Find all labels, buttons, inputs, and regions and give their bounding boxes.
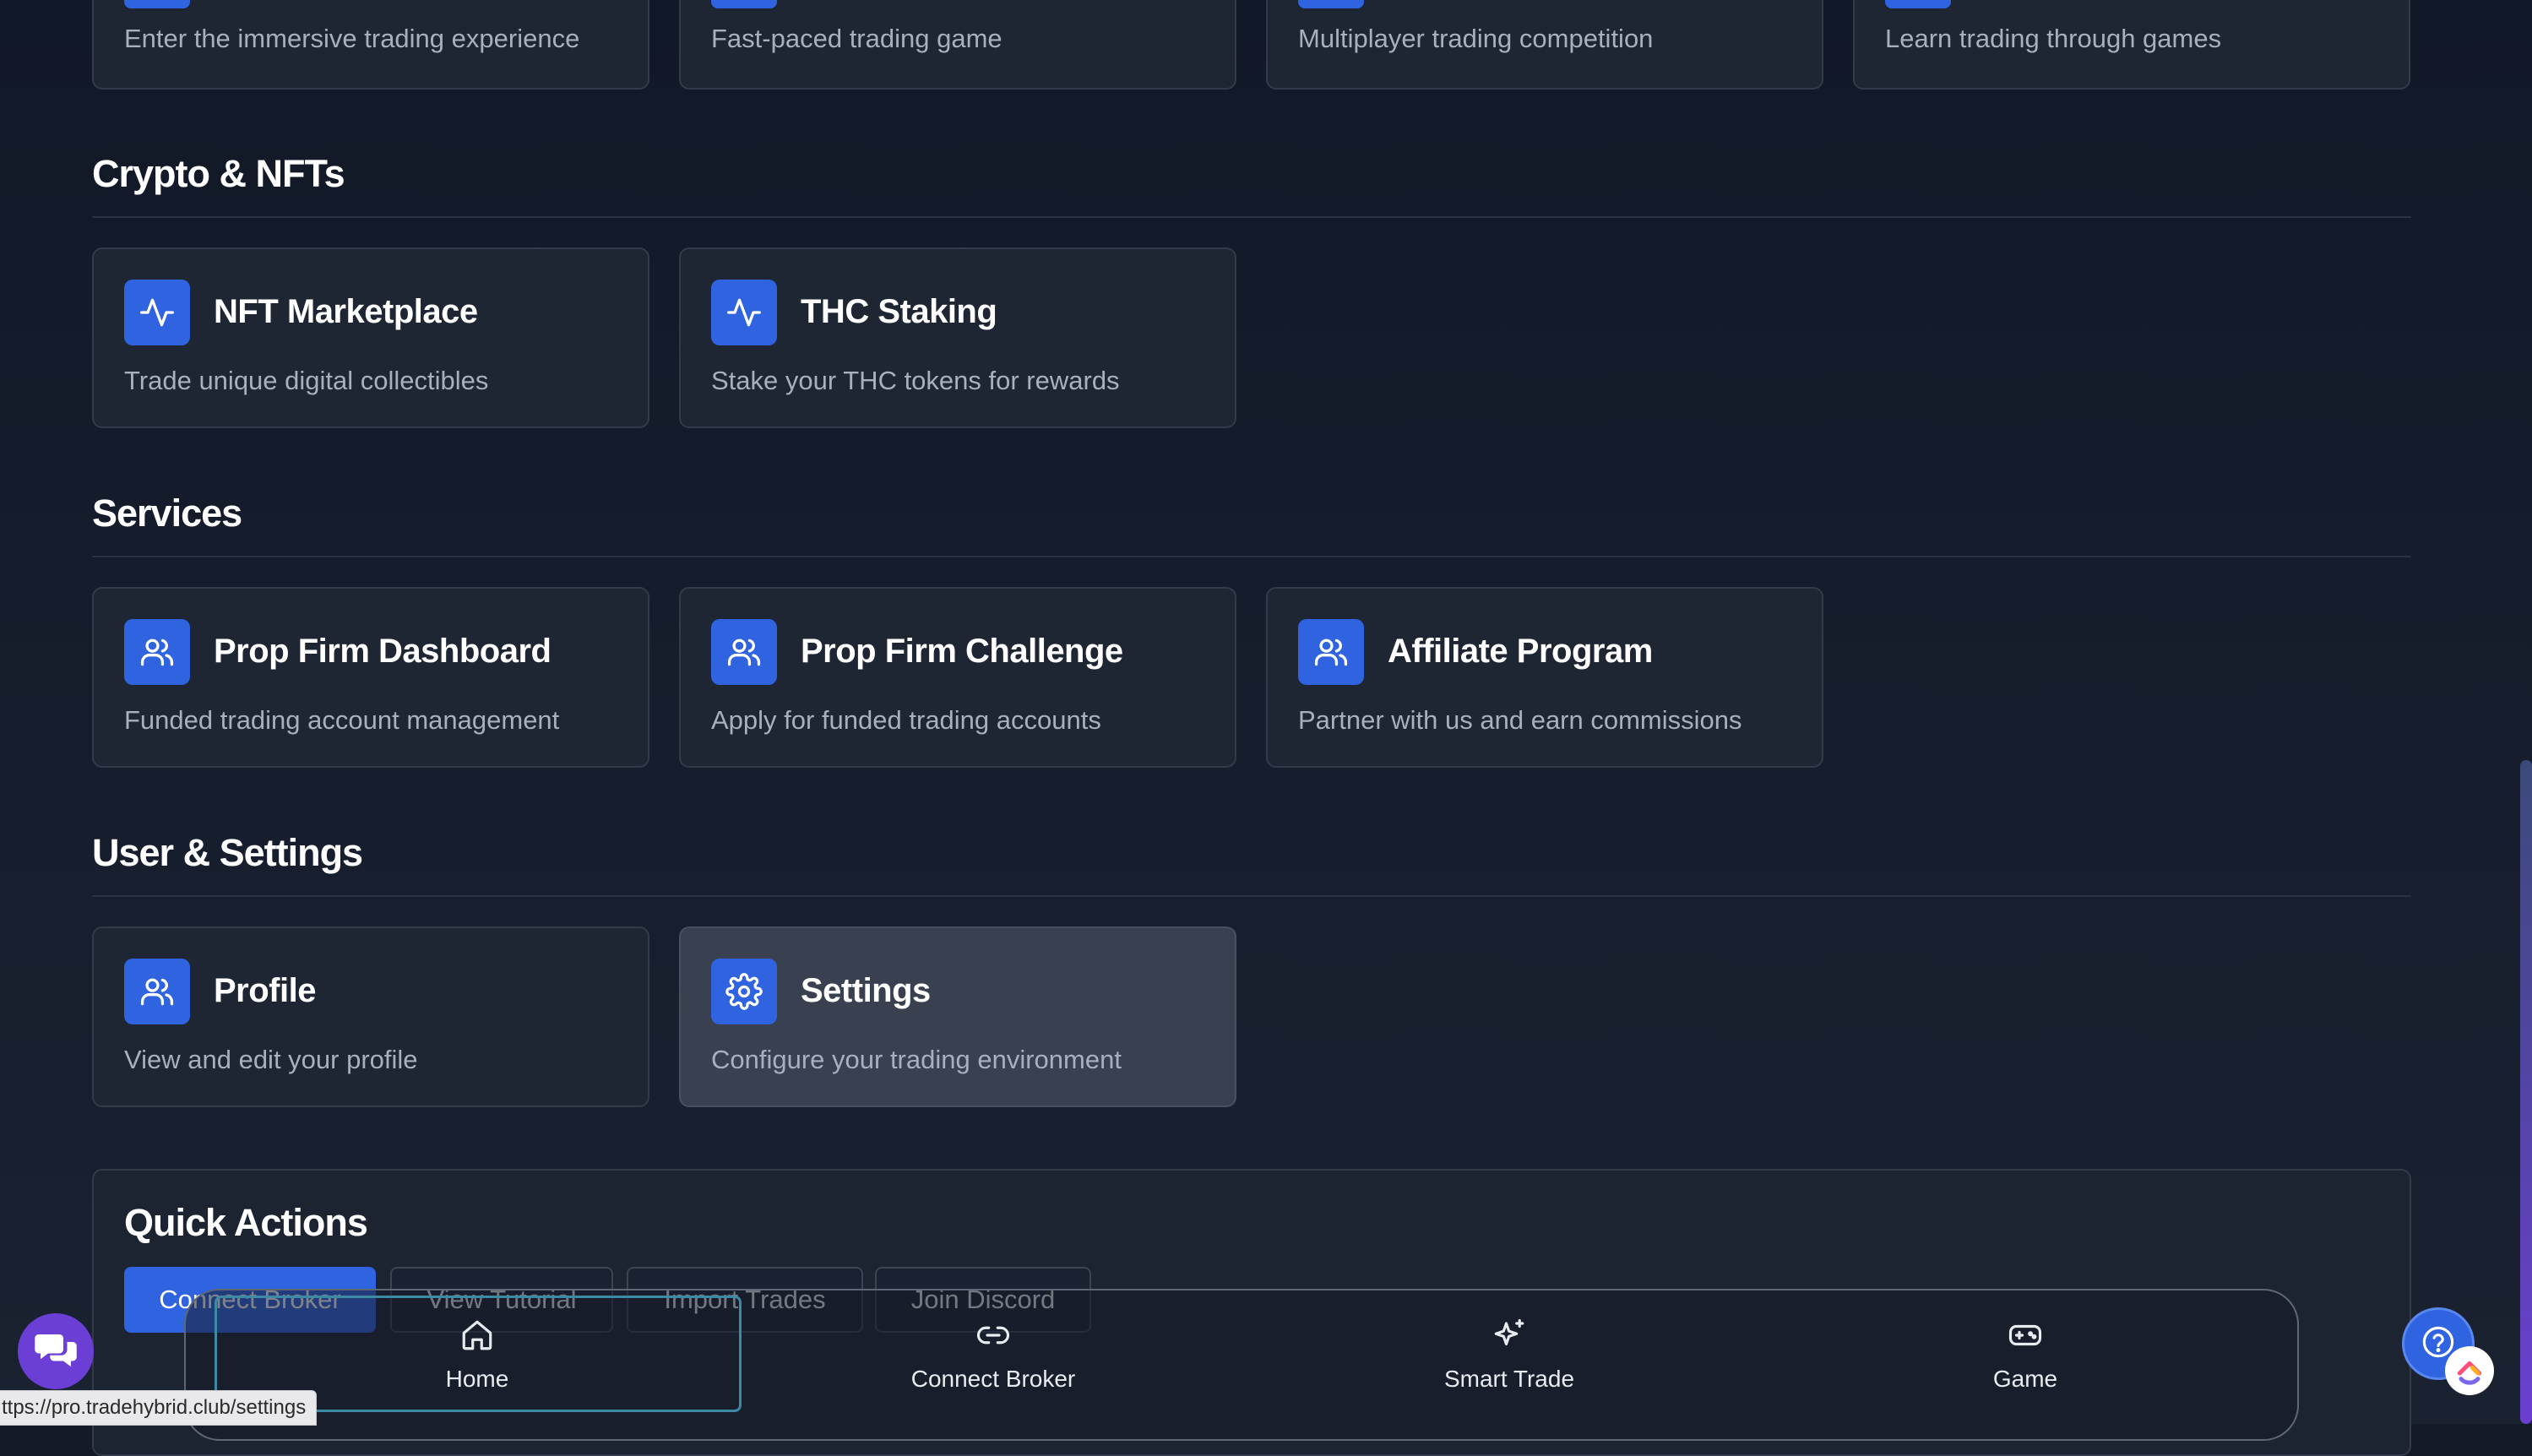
section-title-services: Services [92, 492, 242, 535]
card-prop-firm-challenge[interactable]: Prop Firm Challenge Apply for funded tra… [679, 587, 1236, 768]
gear-icon [711, 959, 777, 1024]
nav-label: Home [445, 1366, 509, 1392]
sparkles-icon [1491, 1317, 1527, 1357]
card-profile[interactable]: Profile View and edit your profile [92, 926, 649, 1107]
scrollbar[interactable] [2520, 760, 2532, 1424]
card-description: Apply for funded trading accounts [711, 705, 1101, 735]
card-affiliate-program[interactable]: Affiliate Program Partner with us and ea… [1266, 587, 1823, 768]
activity-icon [711, 280, 777, 345]
status-bar-url: ttps://pro.tradehybrid.club/settings [0, 1390, 318, 1426]
gamepad-icon [2008, 1317, 2043, 1357]
page: Enter the immersive trading experience F… [0, 0, 2532, 1456]
card-icon-stub [1885, 0, 1951, 8]
link-icon [975, 1317, 1011, 1357]
nav-label: Connect Broker [910, 1366, 1076, 1392]
top-card-1[interactable]: Enter the immersive trading experience [92, 0, 649, 90]
nav-smart-trade[interactable]: Smart Trade [1383, 1317, 1636, 1402]
card-title: Affiliate Program [1388, 633, 1653, 670]
nav-label: Smart Trade [1443, 1366, 1575, 1392]
section-divider [92, 556, 2411, 557]
chat-button[interactable] [18, 1313, 94, 1389]
users-icon [711, 619, 777, 685]
users-icon [124, 959, 190, 1024]
chat-bubbles-icon [33, 1327, 79, 1377]
card-description: Configure your trading environment [711, 1045, 1122, 1074]
top-card-2[interactable]: Fast-paced trading game [679, 0, 1236, 90]
section-title-crypto: Crypto & NFTs [92, 152, 345, 195]
nav-label: Game [1992, 1366, 2058, 1392]
card-description: Trade unique digital collectibles [124, 366, 489, 395]
nav-home[interactable]: Home [350, 1317, 604, 1402]
extension-badge[interactable] [2445, 1346, 2494, 1395]
card-settings[interactable]: Settings Configure your trading environm… [679, 926, 1236, 1107]
card-description: Funded trading account management [124, 705, 560, 735]
section-title-user-settings: User & Settings [92, 831, 363, 874]
card-description: View and edit your profile [124, 1045, 418, 1074]
card-icon-stub [124, 0, 190, 8]
card-prop-firm-dashboard[interactable]: Prop Firm Dashboard Funded trading accou… [92, 587, 649, 768]
logo-icon [2453, 1352, 2486, 1390]
card-title: NFT Marketplace [214, 293, 478, 330]
card-title: Settings [801, 972, 931, 1009]
activity-icon [124, 280, 190, 345]
card-description: Learn trading through games [1885, 24, 2222, 53]
card-title: THC Staking [801, 293, 997, 330]
card-thc-staking[interactable]: THC Staking Stake your THC tokens for re… [679, 247, 1236, 428]
card-title: Profile [214, 972, 316, 1009]
nav-game[interactable]: Game [1899, 1317, 2152, 1402]
card-title: Prop Firm Challenge [801, 633, 1123, 670]
nav-connect-broker[interactable]: Connect Broker [867, 1317, 1120, 1402]
card-description: Fast-paced trading game [711, 24, 1002, 53]
card-nft-marketplace[interactable]: NFT Marketplace Trade unique digital col… [92, 247, 649, 428]
users-icon [1298, 619, 1364, 685]
card-title: Prop Firm Dashboard [214, 633, 551, 670]
card-description: Enter the immersive trading experience [124, 24, 580, 53]
card-description: Multiplayer trading competition [1298, 24, 1654, 53]
top-card-3[interactable]: Multiplayer trading competition [1266, 0, 1823, 90]
quick-actions-title: Quick Actions [124, 1201, 368, 1244]
users-icon [124, 619, 190, 685]
card-description: Stake your THC tokens for rewards [711, 366, 1120, 395]
home-icon [459, 1317, 495, 1357]
card-description: Partner with us and earn commissions [1298, 705, 1742, 735]
section-divider [92, 216, 2411, 218]
card-icon-stub [711, 0, 777, 8]
top-card-4[interactable]: Learn trading through games [1853, 0, 2410, 90]
section-divider [92, 895, 2411, 897]
card-icon-stub [1298, 0, 1364, 8]
